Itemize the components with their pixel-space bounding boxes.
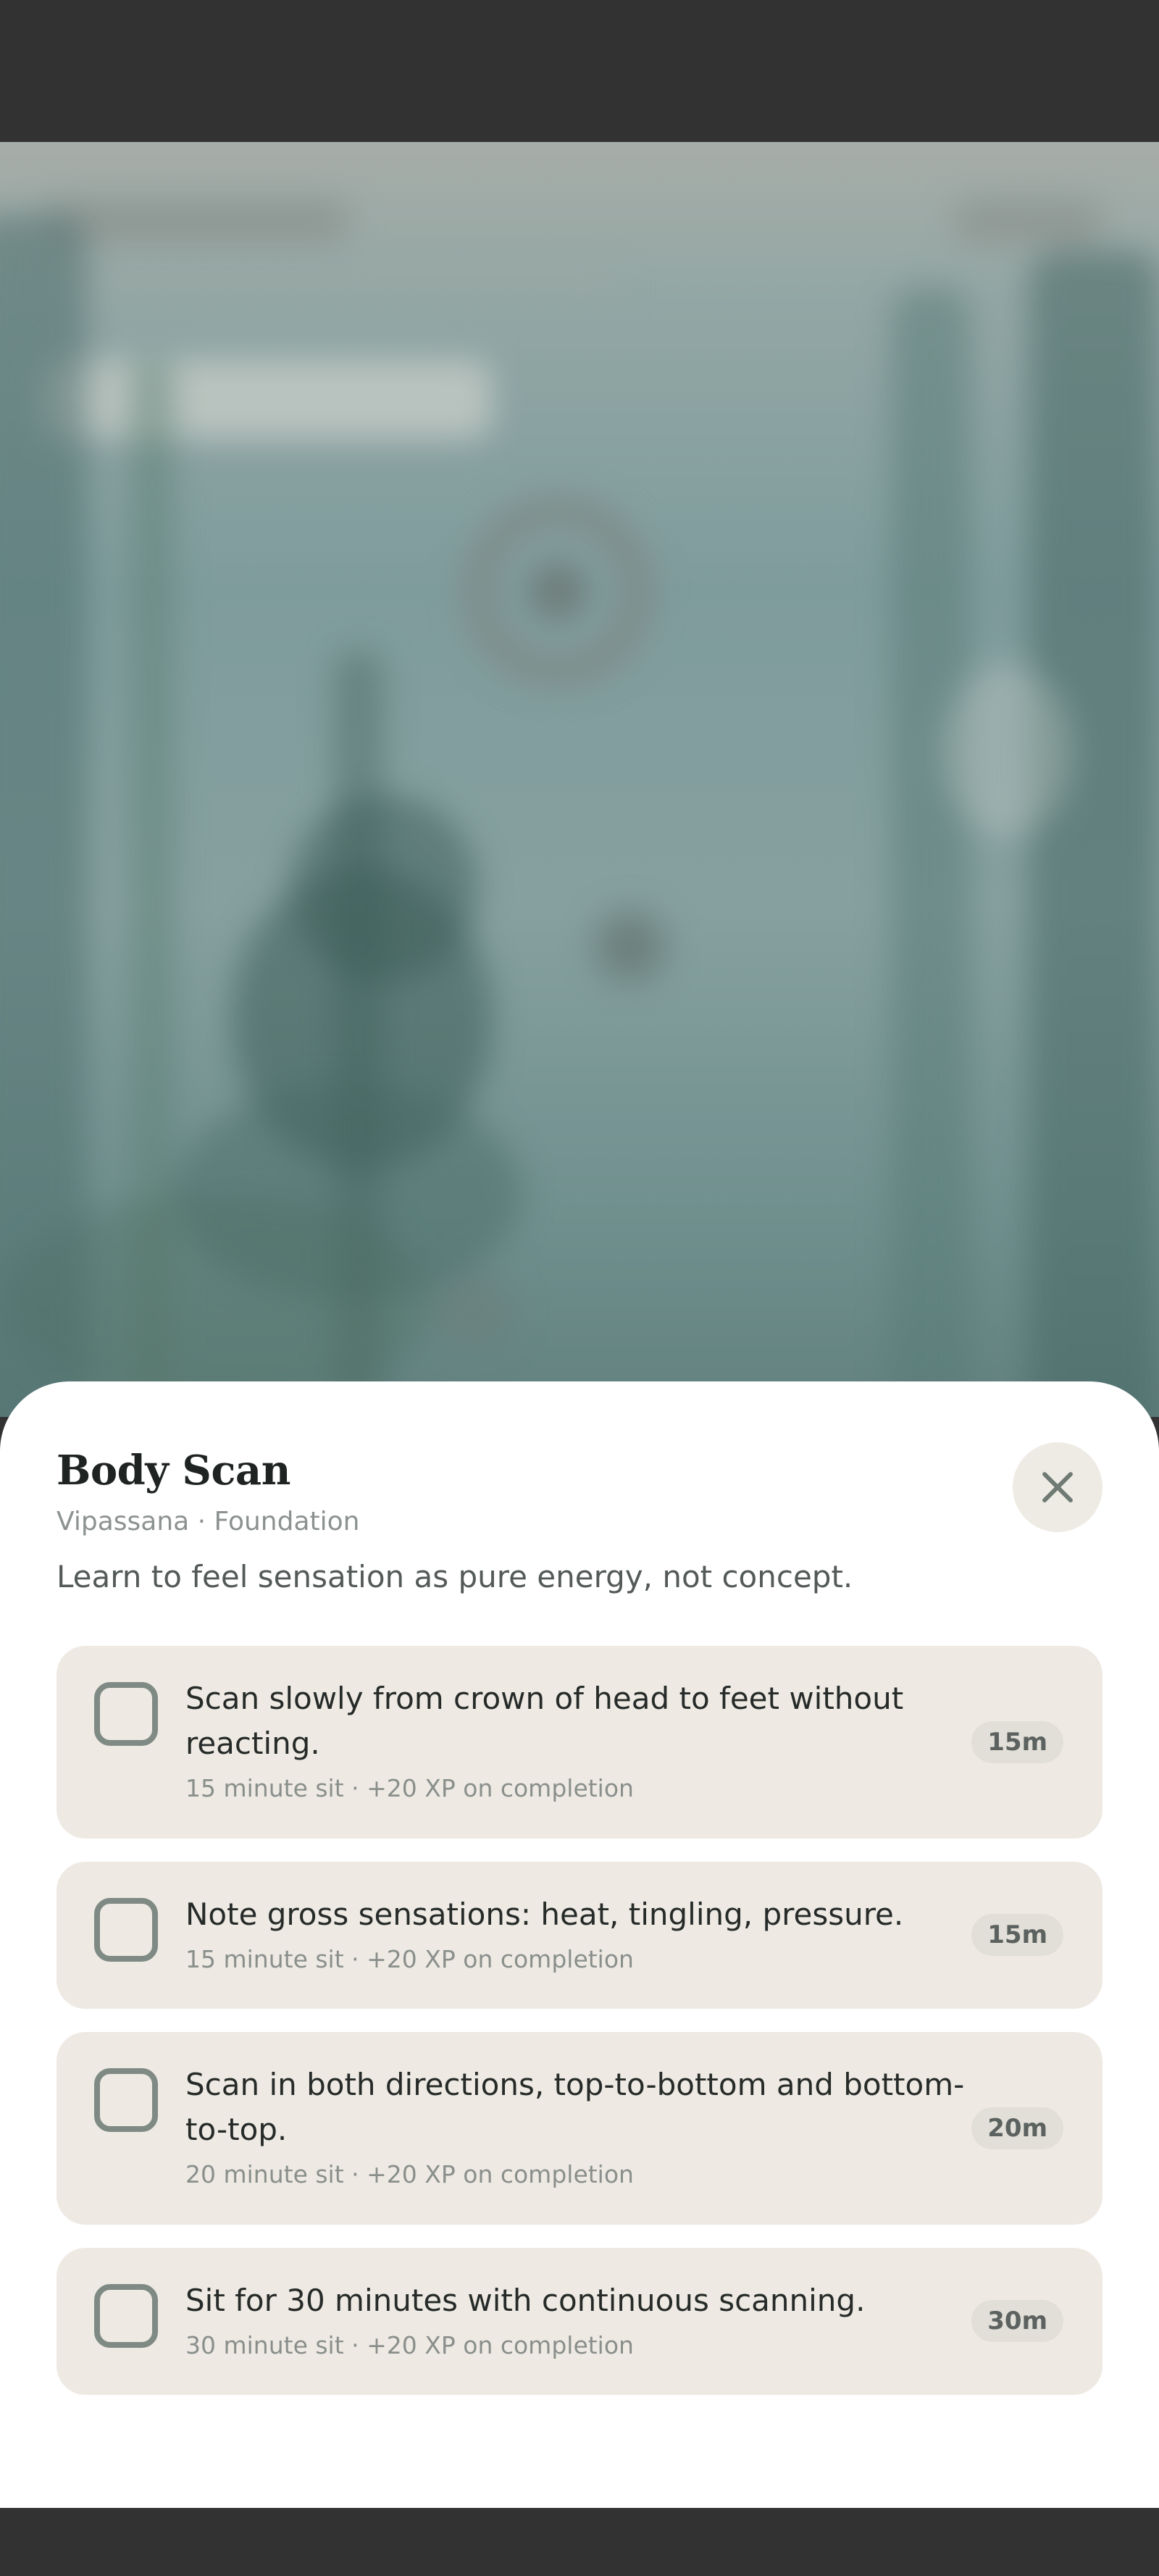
task-title: Scan in both directions, top-to-bottom a… bbox=[185, 2067, 965, 2147]
task-card[interactable]: Sit for 30 minutes with continuous scann… bbox=[57, 2248, 1102, 2395]
navigation-bar-area bbox=[0, 2508, 1159, 2576]
blurred-background bbox=[0, 142, 1159, 1417]
task-title: Scan slowly from crown of head to feet w… bbox=[185, 1681, 904, 1761]
bottom-sheet: Body Scan Vipassana · Foundation Learn t… bbox=[0, 1381, 1159, 2508]
duration-badge: 20m bbox=[971, 2107, 1063, 2149]
sheet-title: Body Scan bbox=[57, 1447, 290, 1494]
close-icon bbox=[1042, 1472, 1073, 1502]
duration-badge: 30m bbox=[971, 2300, 1063, 2342]
task-card[interactable]: Scan in both directions, top-to-bottom a… bbox=[57, 2032, 1102, 2225]
task-meta: 15 minute sit · +20 XP on completion bbox=[185, 1945, 634, 1973]
task-meta: 30 minute sit · +20 XP on completion bbox=[185, 2331, 634, 2359]
task-checkbox[interactable] bbox=[94, 2284, 158, 2348]
duration-badge: 15m bbox=[971, 1914, 1063, 1956]
duration-badge: 15m bbox=[971, 1721, 1063, 1763]
task-meta: 20 minute sit · +20 XP on completion bbox=[185, 2160, 634, 2188]
sheet-description: Learn to feel sensation as pure energy, … bbox=[57, 1559, 853, 1594]
task-checkbox[interactable] bbox=[94, 2068, 158, 2132]
task-checkbox[interactable] bbox=[94, 1682, 158, 1746]
task-title: Sit for 30 minutes with continuous scann… bbox=[185, 2283, 866, 2318]
task-card[interactable]: Scan slowly from crown of head to feet w… bbox=[57, 1646, 1102, 1839]
task-meta: 15 minute sit · +20 XP on completion bbox=[185, 1774, 634, 1802]
status-bar-area bbox=[0, 0, 1159, 142]
task-checkbox[interactable] bbox=[94, 1898, 158, 1962]
close-button[interactable] bbox=[1013, 1442, 1102, 1532]
task-card[interactable]: Note gross sensations: heat, tingling, p… bbox=[57, 1862, 1102, 2009]
task-title: Note gross sensations: heat, tingling, p… bbox=[185, 1897, 904, 1932]
sheet-subtitle: Vipassana · Foundation bbox=[57, 1507, 360, 1536]
